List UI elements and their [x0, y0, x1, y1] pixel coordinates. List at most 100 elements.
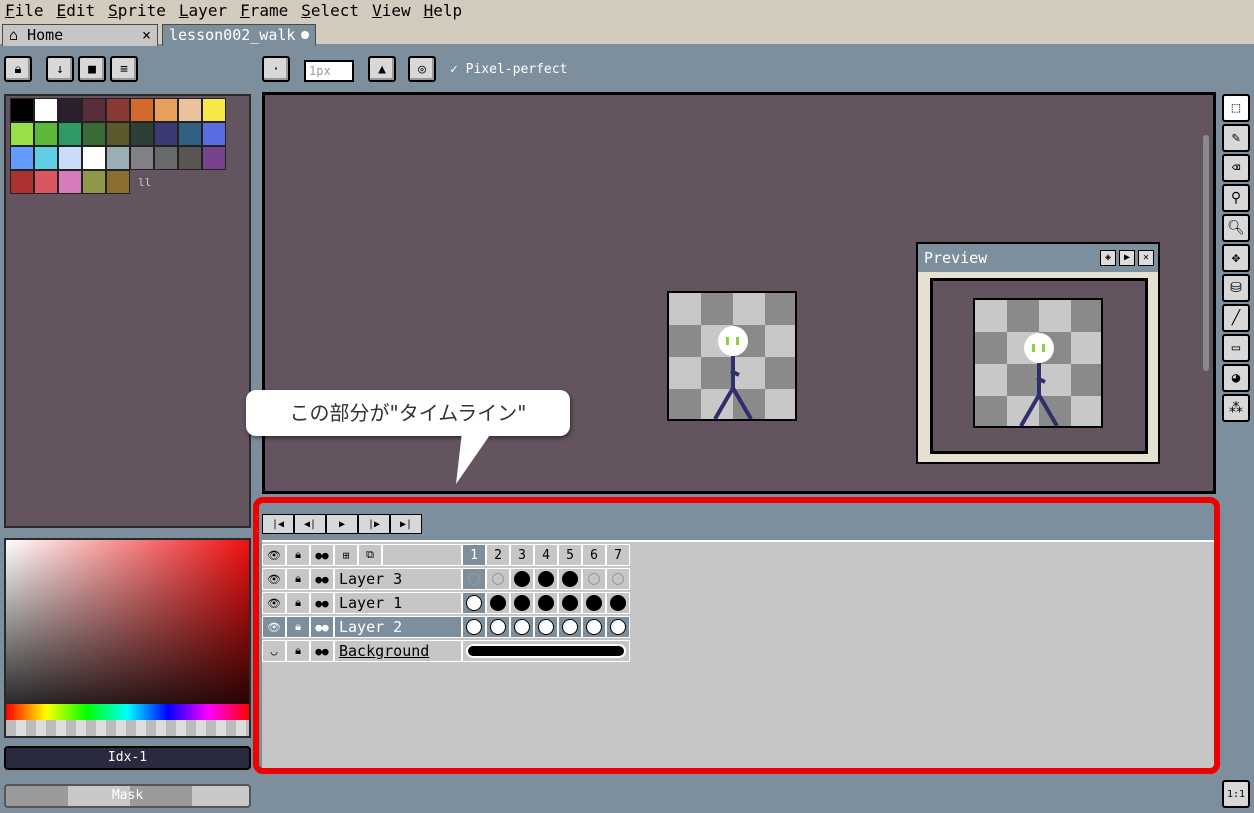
cel[interactable] — [486, 592, 510, 614]
palette-swatch[interactable] — [106, 146, 130, 170]
lock-icon[interactable]: 🔒︎ — [286, 616, 310, 638]
cel[interactable] — [534, 592, 558, 614]
frame-header[interactable]: 3 — [510, 544, 534, 566]
menu-item-file[interactable]: File — [0, 1, 52, 21]
next-frame-icon[interactable]: |▶ — [358, 514, 390, 534]
frame-header[interactable]: 5 — [558, 544, 582, 566]
cel[interactable] — [606, 568, 630, 590]
spray-tool-icon[interactable]: ⁂ — [1222, 394, 1250, 422]
group-icon[interactable]: ⊞ — [334, 544, 358, 566]
palette-swatch[interactable] — [82, 98, 106, 122]
lock-icon[interactable]: 🔒︎ — [286, 568, 310, 590]
palette-swatch[interactable] — [130, 122, 154, 146]
cel[interactable] — [534, 616, 558, 638]
frame-header[interactable]: 4 — [534, 544, 558, 566]
cel[interactable] — [606, 616, 630, 638]
play-icon[interactable]: ▶ — [326, 514, 358, 534]
pencil-tool-icon[interactable]: ✎ — [1222, 124, 1250, 152]
alpha-slider[interactable] — [6, 720, 249, 736]
vertical-scrollbar[interactable] — [1203, 135, 1209, 371]
cel[interactable] — [582, 616, 606, 638]
palette-swatch[interactable] — [10, 98, 34, 122]
cel[interactable] — [462, 568, 486, 590]
palette-swatch[interactable] — [178, 98, 202, 122]
tab-document[interactable]: lesson002_walk — [162, 24, 316, 46]
continuous-icon[interactable]: ●● — [310, 640, 334, 662]
cel[interactable] — [462, 616, 486, 638]
sprite-canvas[interactable] — [667, 291, 797, 421]
preview-play-icon[interactable]: ▶ — [1119, 250, 1135, 266]
palette-swatch[interactable] — [202, 98, 226, 122]
palette-swatch[interactable] — [106, 122, 130, 146]
menu-item-sprite[interactable]: Sprite — [103, 1, 174, 21]
cel[interactable] — [510, 616, 534, 638]
first-frame-icon[interactable]: |◀ — [262, 514, 294, 534]
hue-slider[interactable] — [6, 704, 249, 720]
eyedropper-tool-icon[interactable]: ⚲ — [1222, 184, 1250, 212]
palette-resize-handle[interactable]: ll — [138, 176, 151, 189]
palette-swatch[interactable] — [10, 146, 34, 170]
palette-swatch[interactable] — [82, 122, 106, 146]
tab-home[interactable]: ⌂ Home × — [2, 24, 158, 46]
palette-swatch[interactable] — [130, 146, 154, 170]
move-tool-icon[interactable]: ✥ — [1222, 244, 1250, 272]
frame-header[interactable]: 7 — [606, 544, 630, 566]
rectangle-tool-icon[interactable]: ▭ — [1222, 334, 1250, 362]
palette-swatch[interactable] — [82, 146, 106, 170]
marquee-tool-icon[interactable]: ⬚ — [1222, 94, 1250, 122]
palette-swatch[interactable] — [58, 170, 82, 194]
lock-icon[interactable]: 🔒︎ — [286, 544, 310, 566]
cel[interactable] — [510, 592, 534, 614]
lock-icon[interactable]: 🔒︎ — [286, 592, 310, 614]
palette-swatch[interactable] — [154, 122, 178, 146]
palette-swatch[interactable] — [58, 98, 82, 122]
cel[interactable] — [582, 592, 606, 614]
cel[interactable] — [558, 616, 582, 638]
cel[interactable] — [486, 616, 510, 638]
menu-item-view[interactable]: View — [367, 1, 419, 21]
lock-icon[interactable]: 🔒︎ — [4, 56, 32, 82]
target-icon[interactable]: ◎ — [408, 56, 436, 82]
cel[interactable] — [606, 592, 630, 614]
cel[interactable] — [510, 568, 534, 590]
menu-icon[interactable]: ≡ — [110, 56, 138, 82]
continuous-icon[interactable]: ●● — [310, 568, 334, 590]
stop-icon[interactable]: ■ — [78, 56, 106, 82]
palette-swatch[interactable] — [34, 98, 58, 122]
continuous-icon[interactable]: ●● — [310, 592, 334, 614]
cel[interactable] — [462, 592, 486, 614]
palette-swatch[interactable] — [178, 146, 202, 170]
last-frame-icon[interactable]: ▶| — [390, 514, 422, 534]
palette-swatch[interactable] — [106, 170, 130, 194]
palette-swatch[interactable] — [58, 122, 82, 146]
lock-icon[interactable]: 🔒︎ — [286, 640, 310, 662]
continuous-icon[interactable]: ●● — [310, 544, 334, 566]
layer-name[interactable]: Layer 3 — [334, 568, 462, 590]
mask-bar[interactable]: Mask — [4, 784, 251, 808]
brush-size-input[interactable]: 1px — [304, 60, 354, 82]
cel[interactable] — [582, 568, 606, 590]
cel[interactable] — [558, 568, 582, 590]
palette-swatch[interactable] — [154, 146, 178, 170]
color-index-bar[interactable]: Idx-1 — [4, 746, 251, 770]
palette-swatch[interactable] — [178, 122, 202, 146]
fill-tool-icon[interactable]: ⛁ — [1222, 274, 1250, 302]
eye-icon[interactable]: 👁︎ — [262, 616, 286, 638]
eye-icon[interactable]: 👁︎ — [262, 592, 286, 614]
palette-swatch[interactable] — [58, 146, 82, 170]
frame-header[interactable]: 2 — [486, 544, 510, 566]
preview-window[interactable]: Preview ◈ ▶ ✕ — [916, 242, 1160, 464]
palette-swatch[interactable] — [34, 122, 58, 146]
palette-swatch[interactable] — [10, 170, 34, 194]
cel[interactable] — [486, 568, 510, 590]
linked-cel[interactable] — [462, 640, 630, 662]
palette-swatch[interactable] — [154, 98, 178, 122]
menu-item-layer[interactable]: Layer — [174, 1, 235, 21]
cel[interactable] — [534, 568, 558, 590]
menu-item-frame[interactable]: Frame — [235, 1, 296, 21]
palette-swatch[interactable] — [106, 98, 130, 122]
preview-close-icon[interactable]: ✕ — [1138, 250, 1154, 266]
cel[interactable] — [558, 592, 582, 614]
brush-type-button[interactable]: · — [262, 56, 290, 82]
frame-header[interactable]: 1 — [462, 544, 486, 566]
